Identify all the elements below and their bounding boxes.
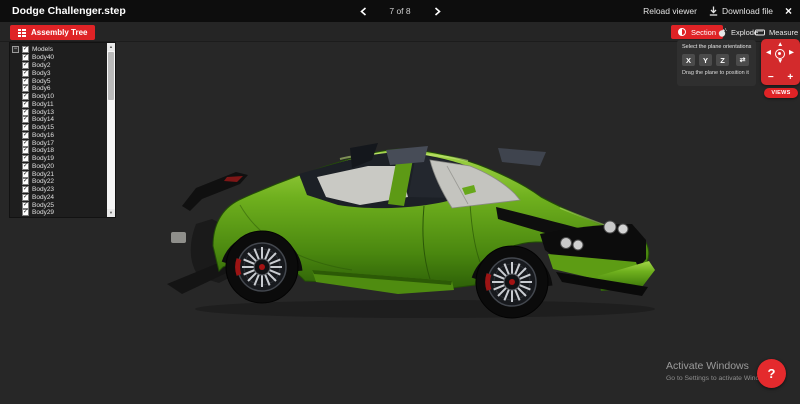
- zoom-in-button[interactable]: +: [783, 73, 797, 83]
- tree-item[interactable]: ✓ Body2: [22, 62, 54, 70]
- tree-item[interactable]: ✓ Body15: [22, 124, 54, 132]
- item-checkbox[interactable]: ✓: [22, 124, 29, 131]
- tree-item-label: Body19: [32, 155, 54, 162]
- tree-item-list: ✓ Body40 ✓ Body2 ✓ Body3 ✓: [22, 54, 54, 217]
- item-checkbox[interactable]: ✓: [22, 109, 29, 116]
- axis-button[interactable]: Z: [716, 54, 729, 66]
- tree-item[interactable]: ✓ Body21: [22, 170, 54, 178]
- tree-item[interactable]: ✓ Body23: [22, 186, 54, 194]
- tree-item[interactable]: ✓ Body10: [22, 93, 54, 101]
- item-checkbox[interactable]: ✓: [22, 101, 29, 108]
- tree-item[interactable]: ✓ Body18: [22, 147, 54, 155]
- tree-item-label: Body24: [32, 194, 54, 201]
- item-checkbox[interactable]: ✓: [22, 140, 29, 147]
- tree-item-label: Body15: [32, 124, 54, 131]
- tree-item-label: Body11: [32, 101, 54, 108]
- section-plane-panel: Select the plane orientations X Y Z ⇄ Dr…: [677, 40, 756, 86]
- item-checkbox[interactable]: ✓: [22, 78, 29, 85]
- flip-plane-icon: ⇄: [740, 56, 746, 64]
- tree-item[interactable]: ✓ Body24: [22, 194, 54, 202]
- item-checkbox[interactable]: ✓: [22, 202, 29, 209]
- tree-item[interactable]: ✓ Body20: [22, 163, 54, 171]
- views-button[interactable]: VIEWS: [764, 88, 798, 98]
- tree-item[interactable]: ✓ Body17: [22, 139, 54, 147]
- help-button[interactable]: ?: [757, 359, 786, 388]
- tree-item[interactable]: ✓ Body16: [22, 132, 54, 140]
- tree-item-label: Body10: [32, 93, 54, 100]
- tree-item-label: Body21: [32, 171, 54, 178]
- tree-item-label: Body29: [32, 209, 54, 216]
- tree-item[interactable]: ✓ Body40: [22, 54, 54, 62]
- item-checkbox[interactable]: ✓: [22, 209, 29, 216]
- tree-item-label: Body14: [32, 116, 54, 123]
- center-view-icon[interactable]: [775, 49, 785, 59]
- step-viewer-window: Dodge Challenger.step 7 of 8 Reload view…: [0, 0, 800, 404]
- tree-item-label: Body20: [32, 163, 54, 170]
- tree-item-label: Body6: [32, 85, 50, 92]
- item-checkbox[interactable]: ✓: [22, 147, 29, 154]
- item-checkbox[interactable]: ✓: [22, 171, 29, 178]
- item-checkbox[interactable]: ✓: [22, 163, 29, 170]
- scrollbar-thumb[interactable]: [108, 52, 114, 100]
- tree-item-label: Body18: [32, 147, 54, 154]
- tree-item-label: Body3: [32, 70, 50, 77]
- scroll-down-icon[interactable]: ▼: [107, 209, 115, 217]
- item-checkbox[interactable]: ✓: [22, 116, 29, 123]
- rotate-down-icon[interactable]: ▼: [777, 59, 783, 66]
- plane-panel-title: Select the plane orientations: [682, 44, 751, 50]
- item-checkbox[interactable]: ✓: [22, 93, 29, 100]
- view-navigation-pad: ▲ ◀ ▶ ▼ − +: [761, 39, 800, 85]
- item-checkbox[interactable]: ✓: [22, 62, 29, 69]
- zoom-out-button[interactable]: −: [764, 73, 778, 83]
- tree-item[interactable]: ✓ Body11: [22, 101, 54, 109]
- tree-item[interactable]: ✓ Body5: [22, 77, 54, 85]
- tree-item-label: Body23: [32, 186, 54, 193]
- collapse-icon[interactable]: −: [12, 46, 19, 53]
- root-checkbox[interactable]: ✓: [22, 46, 29, 53]
- tree-item[interactable]: ✓ Body14: [22, 116, 54, 124]
- tree-item[interactable]: ✓ Body3: [22, 70, 54, 78]
- tree-item[interactable]: ✓ Body19: [22, 155, 54, 163]
- item-checkbox[interactable]: ✓: [22, 85, 29, 92]
- tree-item-label: Body17: [32, 140, 54, 147]
- viewer-canvas[interactable]: − ✓ Models ✓ Body40 ✓ Body2: [0, 42, 800, 404]
- axis-button[interactable]: Y: [699, 54, 712, 66]
- tree-item[interactable]: ✓ Body25: [22, 201, 54, 209]
- tree-item-label: Body22: [32, 178, 54, 185]
- item-checkbox[interactable]: ✓: [22, 132, 29, 139]
- tree-root-row[interactable]: − ✓ Models: [10, 43, 115, 53]
- assembly-tree-panel: − ✓ Models ✓ Body40 ✓ Body2: [9, 42, 116, 218]
- tree-scrollbar[interactable]: ▲ ▼: [107, 43, 115, 217]
- scroll-up-icon[interactable]: ▲: [107, 43, 115, 51]
- tree-item-label: Body2: [32, 62, 50, 69]
- tree-item-label: Body5: [32, 78, 50, 85]
- tree-item[interactable]: ✓ Body29: [22, 209, 54, 217]
- plane-panel-hint: Drag the plane to position it: [682, 70, 751, 76]
- tree-item[interactable]: ✓ Body22: [22, 178, 54, 186]
- tree-item[interactable]: ✓ Body13: [22, 108, 54, 116]
- tree-item-label: Body16: [32, 132, 54, 139]
- tree-root-label: Models: [32, 46, 53, 53]
- zoom-controls: − +: [761, 73, 800, 83]
- item-checkbox[interactable]: ✓: [22, 155, 29, 162]
- flip-plane-button[interactable]: ⇄: [736, 54, 749, 66]
- rotate-up-icon[interactable]: ▲: [777, 42, 783, 49]
- item-checkbox[interactable]: ✓: [22, 186, 29, 193]
- axis-button[interactable]: X: [682, 54, 695, 66]
- item-checkbox[interactable]: ✓: [22, 70, 29, 77]
- rotate-left-icon[interactable]: ◀: [766, 50, 771, 57]
- item-checkbox[interactable]: ✓: [22, 194, 29, 201]
- item-checkbox[interactable]: ✓: [22, 178, 29, 185]
- tree-item-label: Body13: [32, 109, 54, 116]
- tree-item-label: Body25: [32, 202, 54, 209]
- tree-item[interactable]: ✓ Body6: [22, 85, 54, 93]
- rotate-right-icon[interactable]: ▶: [789, 50, 794, 57]
- tree-item-label: Body40: [32, 54, 54, 61]
- item-checkbox[interactable]: ✓: [22, 54, 29, 61]
